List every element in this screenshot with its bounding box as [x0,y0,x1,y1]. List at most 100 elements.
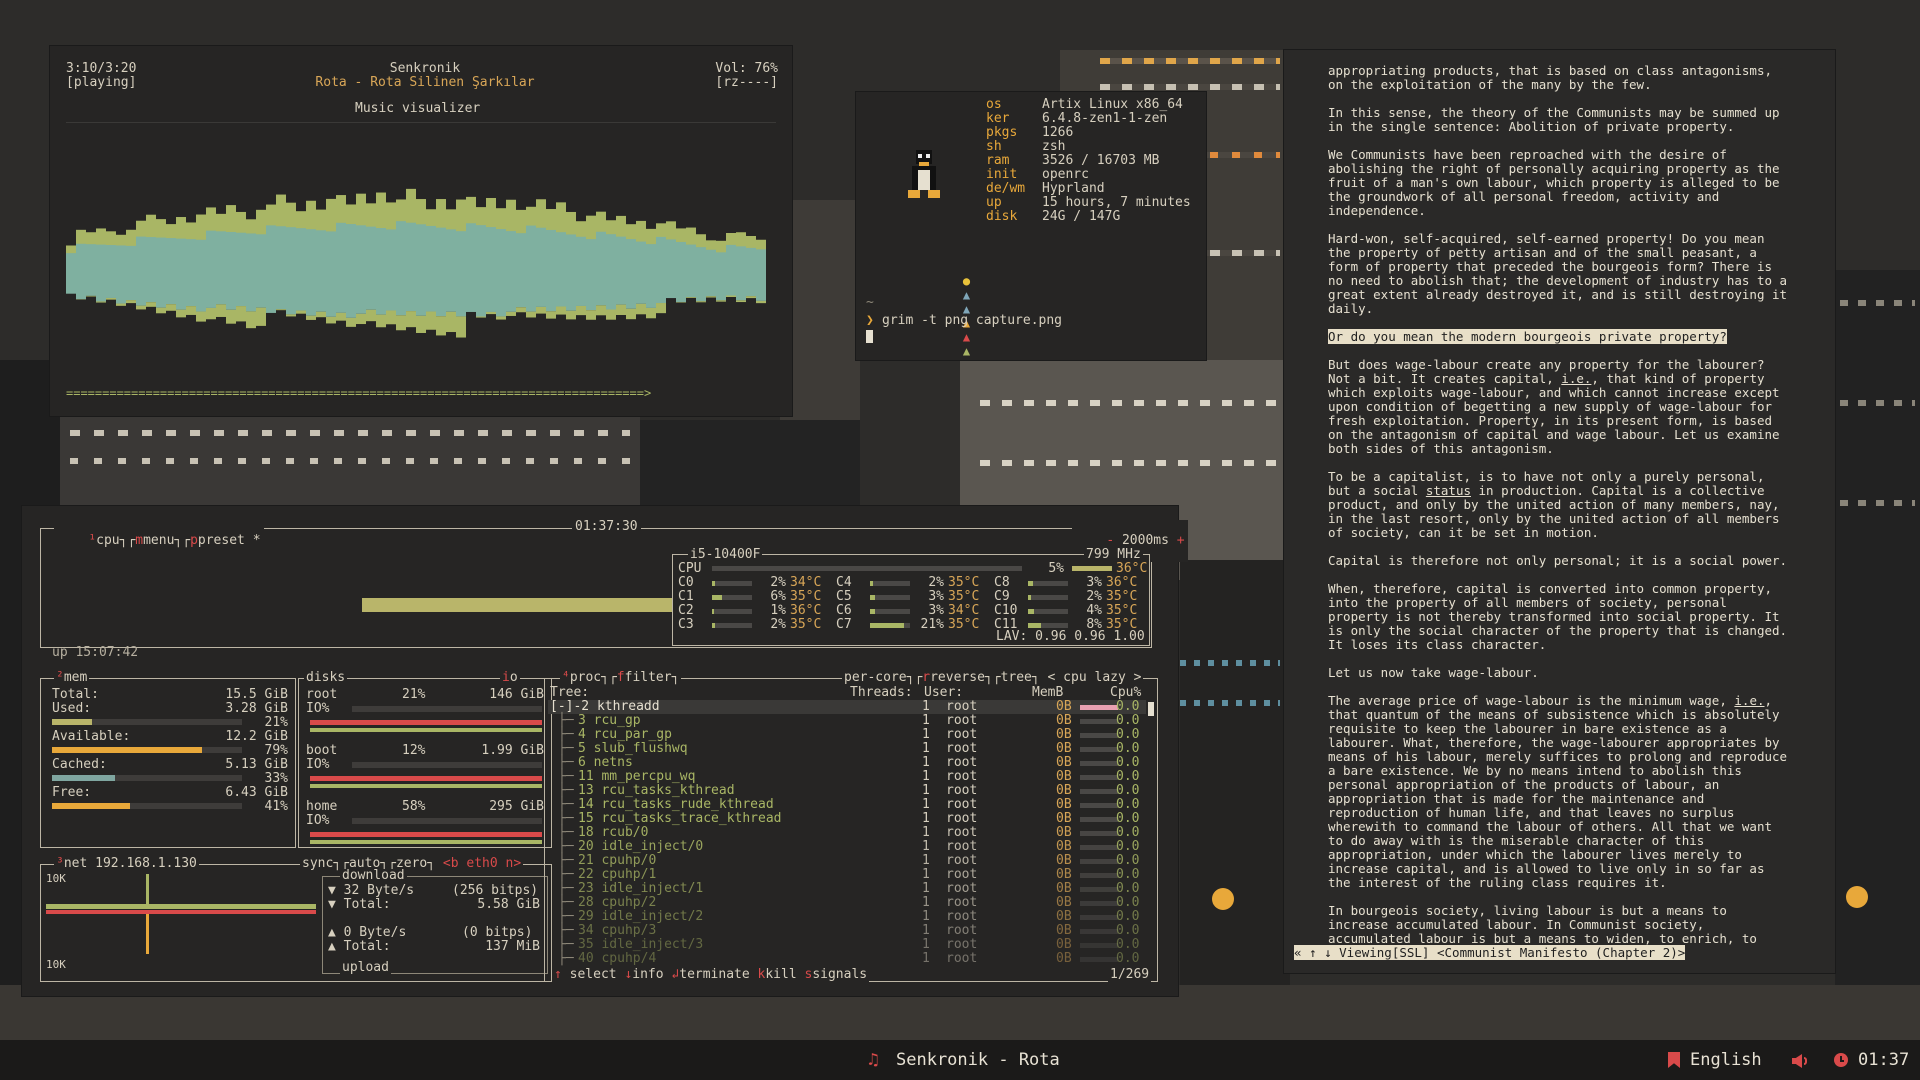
visualizer-bar [456,316,466,338]
visualizer-bar [406,311,416,328]
visualizer-bar [456,231,466,317]
visualizer-bar [136,305,146,310]
process-cpu: 0.0 [1116,741,1140,756]
terminal-window[interactable]: os Artix Linux x86_64 ker 6.4.8-zen1-1-zen p… [856,92,1206,360]
proc-terminate[interactable]: terminate [679,967,749,982]
visualizer-bar [286,314,296,317]
core-label: C1 [678,589,694,604]
proc-info[interactable]: info [632,967,663,982]
visualizer-heading: Music visualizer [355,101,481,116]
btop-window[interactable]: ¹cpu┐┌mmenu┐┌ppreset * 01:37:30 - 2000ms… [22,506,1188,996]
process-name[interactable]: 13 rcu_tasks_kthread [578,784,735,798]
proc-filter[interactable]: filter [625,670,672,685]
process-threads: 1 [922,909,930,924]
process-threads: 1 [922,853,930,868]
link[interactable]: i.e. [1561,371,1591,386]
core-meter-fill [870,623,904,628]
core-temp: 35°C [948,575,980,590]
process-name[interactable]: 20 idle_inject/0 [578,840,703,854]
core-temp: 35°C [790,589,822,604]
process-mem: 0B [1056,769,1072,784]
core-meter [870,581,910,586]
visualizer-bar [636,303,646,315]
visualizer-bar [556,306,566,315]
proc-select[interactable]: select [570,967,617,982]
text-reader-window[interactable]: appropriating products, that is based on… [1284,50,1835,973]
fetch-value: Hyprland [1042,181,1105,196]
visualizer-bar [446,229,456,312]
net-down-rate: ▼ 32 Byte/s [328,883,415,898]
process-name[interactable]: 3 rcu_gp [578,714,641,728]
tab-menu[interactable]: menu [143,533,174,548]
link[interactable]: i.e. [1734,693,1764,708]
process-name[interactable]: 6 netns [578,756,633,770]
core-meter-fill [870,581,874,586]
net-controls[interactable]: sync┐┌auto┐┌zero┐ <b eth0 n> [300,856,524,871]
music-player-window[interactable]: 3:10/3:20 [playing] Senkronik Rota - Rot… [50,46,792,416]
process-name[interactable]: 5 slub_flushwq [578,742,688,756]
net-sync[interactable]: sync [302,856,333,871]
process-name[interactable]: 22 cpuhp/1 [578,868,656,882]
command-text[interactable]: grim -t png capture.png [882,314,1062,328]
mem-box-title: ²mem [54,670,90,685]
process-name[interactable]: 23 idle_inject/1 [578,882,703,896]
process-name[interactable]: 21 cpuhp/0 [578,854,656,868]
visualizer-bar [706,296,716,298]
highlighted-link[interactable]: Or do you mean the modern bourgeois priv… [1328,329,1727,344]
visualizer-bar [756,300,766,304]
disks-io-toggle[interactable]: io [500,671,520,685]
core-label: C6 [836,603,852,618]
keyboard-language[interactable]: English [1690,1050,1762,1070]
proc-per-core[interactable]: per-core [844,670,907,685]
visualizer-bar [116,245,126,304]
highlighted-paragraph[interactable]: Or do you mean the modern bourgeois priv… [1328,329,1727,344]
net-interface[interactable]: <b eth0 n> [443,856,521,871]
disk-size: 295 GiB [489,799,544,814]
process-user: root [946,699,978,714]
link[interactable]: status [1426,483,1471,498]
progress-bar[interactable]: ========================================… [66,386,776,400]
core-temp: 35°C [1106,603,1138,618]
proc-sort[interactable]: < cpu lazy > [1048,670,1142,685]
process-name[interactable]: 11 mm_percpu_wq [578,770,695,784]
process-name[interactable]: 28 cpuhp/2 [578,896,656,910]
visualizer-bar [356,225,366,314]
core-percent: 1% [770,603,786,618]
mem-value: 3.28 GiB [225,701,288,716]
net-up-total: 137 MiB [485,939,540,954]
now-playing[interactable]: Senkronik - Rota [896,1050,1060,1070]
volume-icon[interactable] [1792,1053,1808,1069]
process-name[interactable]: 14 rcu_tasks_rude_kthread [578,798,774,812]
mem-label: Cached: [52,757,107,772]
process-cpu-meter [1080,887,1118,892]
visualizer-bar [206,307,216,320]
proc-tree[interactable]: tree [1001,670,1032,685]
visualizer-bar [256,234,266,308]
proc-reverse[interactable]: reverse [930,670,985,685]
net-up-rate: ▲ 0 Byte/s [328,925,407,940]
paragraph: The average price of wage-labour is the … [1328,693,1788,890]
proc-scrollbar[interactable] [1148,702,1154,716]
process-name[interactable]: 35 idle_inject/3 [578,938,703,952]
tree-branch: ├─ [558,727,574,742]
core-label: C2 [678,603,694,618]
visualizer-bar [386,310,396,325]
process-name[interactable]: 18 rcub/0 [578,826,648,840]
proc-signals[interactable]: signals [812,967,867,982]
net-up-total-label: ▲ Total: [328,939,391,954]
process-name[interactable]: 40 cpuhp/4 [578,952,656,966]
tab-cpu[interactable]: cpu [96,533,119,548]
tree-branch: ├─ [558,741,574,756]
cpu-frequency: 799 MHz [1084,547,1143,562]
process-name[interactable]: [-]-2 kthreadd [550,700,660,714]
visualizer-bar [626,239,636,309]
process-name[interactable]: 15 rcu_tasks_trace_kthread [578,812,782,826]
core-temp: 35°C [1106,589,1138,604]
process-name[interactable]: 4 rcu_par_gp [578,728,672,742]
visualizer-bar [246,233,256,312]
visualizer-bar [156,307,166,314]
proc-kill[interactable]: kill [765,967,796,982]
tab-preset[interactable]: preset * [198,533,261,548]
process-name[interactable]: 34 cpuhp/3 [578,924,656,938]
process-name[interactable]: 29 idle_inject/2 [578,910,703,924]
